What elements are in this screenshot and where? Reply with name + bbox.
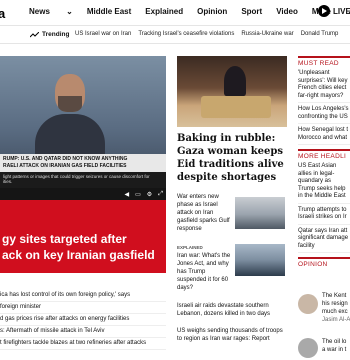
related-link[interactable]: d gas prices rise after attacks on energ… (0, 314, 166, 326)
avatar (298, 294, 318, 314)
nav-middle-east[interactable]: Middle East (87, 7, 131, 16)
trending-items: US Israel war on Iran Tracking Israel's … (75, 31, 338, 37)
headline-item[interactable]: Qatar says Iran att significant damage f… (298, 228, 350, 253)
related-link[interactable]: foreign minister (0, 302, 166, 314)
play-icon (318, 5, 330, 17)
nav-news[interactable]: News ⌄ (29, 7, 73, 16)
lead-headline[interactable]: gy sites targeted after ack on key Irani… (2, 231, 166, 263)
nav-explained[interactable]: Explained (145, 7, 183, 16)
avatar (298, 338, 318, 358)
ships-thumbnail[interactable] (235, 244, 285, 276)
lead-related-links: ica has lost control of its own foreign … (0, 290, 166, 350)
speaker-image (35, 114, 105, 154)
settings-icon[interactable]: ⚙ (147, 191, 152, 198)
opinion-heading: OPINION (298, 257, 350, 268)
seizure-warning: light patterns or images that could trig… (3, 174, 150, 184)
related-link[interactable]: t firefighters tackle blazes at two refi… (0, 338, 166, 350)
related-link[interactable]: ica has lost control of its own foreign … (0, 290, 166, 302)
gasfield-thumbnail[interactable] (235, 197, 285, 229)
story-item[interactable]: War enters new phase as Israel attack on… (177, 193, 233, 233)
lead-video-player[interactable]: RUMP: U.S. AND QATAR DID NOT KNOW ANYTHI… (0, 56, 166, 188)
live-label: LIVE (333, 6, 350, 16)
trending-bar: Trending US Israel war on Iran Tracking … (0, 26, 350, 44)
trending-item[interactable]: US Israel war on Iran (75, 31, 131, 37)
story-item[interactable]: Israeli air raids devastate southern Leb… (177, 302, 287, 318)
trending-item[interactable]: Russia-Ukraine war (241, 31, 293, 37)
trending-item[interactable]: Tracking Israel's ceasefire violations (138, 31, 234, 37)
trending-label: Trending (30, 31, 69, 38)
lead-story[interactable]: RUMP: U.S. AND QATAR DID NOT KNOW ANYTHI… (0, 56, 166, 273)
site-logo[interactable]: a (0, 6, 5, 21)
nav-opinion[interactable]: Opinion (197, 7, 227, 16)
story-item[interactable]: EXPLAINED Iran war: What's the Jones Act… (177, 244, 233, 292)
main-nav: News ⌄ Middle East Explained Opinion Spo… (29, 7, 350, 16)
right-column: MUST READ 'Unpleasant surprises': Will k… (298, 56, 350, 268)
video-control-bar: light patterns or images that could trig… (0, 172, 166, 188)
must-read-heading: MUST READ (298, 56, 350, 67)
must-read-item[interactable]: How Los Angeles's confronting the US (298, 106, 350, 124)
must-read-item[interactable]: How Senegal lost t Morocco and what (298, 127, 350, 145)
top-navigation-bar: a News ⌄ Middle East Explained Opinion S… (0, 0, 350, 26)
middle-column: Baking in rubble: Gaza woman keeps Eid t… (177, 56, 287, 184)
fullscreen-icon[interactable]: ⤢ (158, 191, 163, 198)
opinion-item[interactable]: The oil lo a war in t (298, 336, 350, 360)
news-chyron: RUMP: U.S. AND QATAR DID NOT KNOW ANYTHI… (0, 154, 166, 172)
explained-tag: EXPLAINED (177, 245, 203, 250)
nav-sport[interactable]: Sport (241, 7, 262, 16)
more-headlines-heading: MORE HEADLI (298, 149, 350, 160)
volume-icon[interactable]: ◀ (125, 191, 130, 198)
story-item[interactable]: US weighs sending thousands of troops to… (177, 327, 287, 343)
must-read-item[interactable]: 'Unpleasant surprises': Will key French … (298, 70, 350, 103)
opinion-item[interactable]: The Kent his resign much exc Jasim Al-A (298, 292, 350, 326)
trending-icon (30, 31, 39, 37)
nav-video[interactable]: Video (276, 7, 298, 16)
related-link[interactable]: s: Aftermath of missile attack in Tel Av… (0, 326, 166, 338)
gaza-baking-image[interactable] (177, 56, 287, 127)
trending-item[interactable]: Donald Trump (301, 31, 339, 37)
captions-icon[interactable]: ▭ (135, 191, 141, 198)
live-button[interactable]: LIVE (318, 5, 350, 17)
story-headline[interactable]: Baking in rubble: Gaza woman keeps Eid t… (177, 132, 287, 184)
author-name: Jasim Al-A (322, 317, 350, 323)
player-controls: ◀ ▭ ⚙ ⤢ (0, 188, 166, 200)
headline-item[interactable]: US East Asian allies in legal- quandary … (298, 163, 350, 204)
headline-item[interactable]: Trump attempts to Israeli strikes on Ir (298, 207, 350, 225)
